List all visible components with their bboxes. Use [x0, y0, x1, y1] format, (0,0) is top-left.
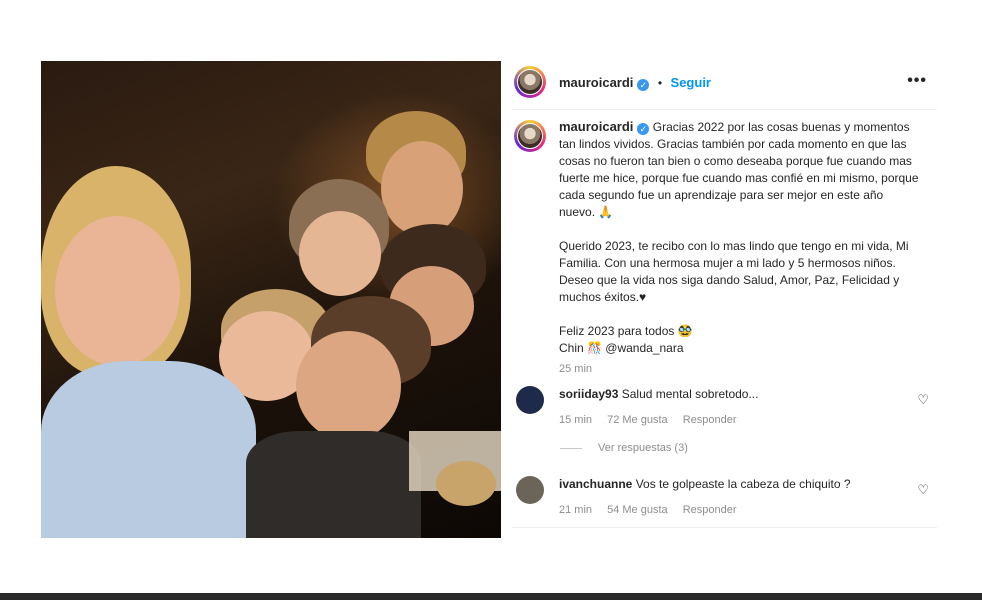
header-divider — [512, 109, 937, 110]
comment-username[interactable]: soriiday93 — [559, 387, 618, 401]
caption-text: mauroicardi ✓ Gracias 2022 por las cosas … — [559, 118, 919, 378]
caption-paragraph-1: Gracias 2022 por las cosas buenas y mome… — [559, 120, 922, 219]
heart-icon[interactable]: ♡ — [917, 392, 929, 408]
post-photo — [41, 61, 501, 538]
footer-divider — [512, 527, 937, 528]
comment-item: ivanchuanne Vos te golpeaste la cabeza d… — [512, 476, 937, 516]
more-options-icon[interactable]: ••• — [907, 72, 927, 90]
reply-button[interactable]: Responder — [683, 504, 737, 516]
separator-dot: • — [657, 76, 663, 90]
view-replies-button[interactable]: Ver respuestas (3) — [560, 442, 688, 454]
avatar[interactable] — [514, 66, 546, 98]
comment-avatar[interactable] — [516, 476, 544, 504]
caption-line-3: Feliz 2023 para todos 🥸 — [559, 324, 693, 338]
comment-likes[interactable]: 72 Me gusta — [607, 414, 668, 426]
caption-username[interactable]: mauroicardi — [559, 119, 633, 134]
bottom-bar — [0, 593, 982, 600]
heart-icon[interactable]: ♡ — [917, 482, 929, 498]
comment-username[interactable]: ivanchuanne — [559, 477, 632, 491]
verified-badge-icon: ✓ — [637, 79, 650, 91]
comment-text: Salud mental sobretodo... — [621, 387, 759, 401]
comment-time: 15 min — [559, 414, 593, 426]
comment-text: Vos te golpeaste la cabeza de chiquito ? — [635, 477, 851, 491]
caption-time: 25 min — [559, 363, 593, 375]
caption-paragraph-2: Querido 2023, te recibo con lo mas lindo… — [559, 239, 912, 304]
view-replies-label: Ver respuestas (3) — [598, 442, 688, 454]
replies-line — [560, 447, 582, 449]
comment-likes[interactable]: 54 Me gusta — [607, 504, 668, 516]
post-username[interactable]: mauroicardi — [559, 75, 633, 90]
follow-button[interactable]: Seguir — [671, 75, 711, 90]
comment-item: soriiday93 Salud mental sobretodo... 15 … — [512, 386, 937, 426]
reply-button[interactable]: Responder — [683, 414, 737, 426]
comment-time: 21 min — [559, 504, 593, 516]
caption-line-4: Chin 🎊 @wanda_nara — [559, 341, 684, 355]
post-header: mauroicardi ✓ • Seguir ••• — [512, 64, 937, 104]
caption-avatar[interactable] — [514, 120, 546, 152]
comment-avatar[interactable] — [516, 386, 544, 414]
verified-badge-icon: ✓ — [637, 123, 650, 135]
